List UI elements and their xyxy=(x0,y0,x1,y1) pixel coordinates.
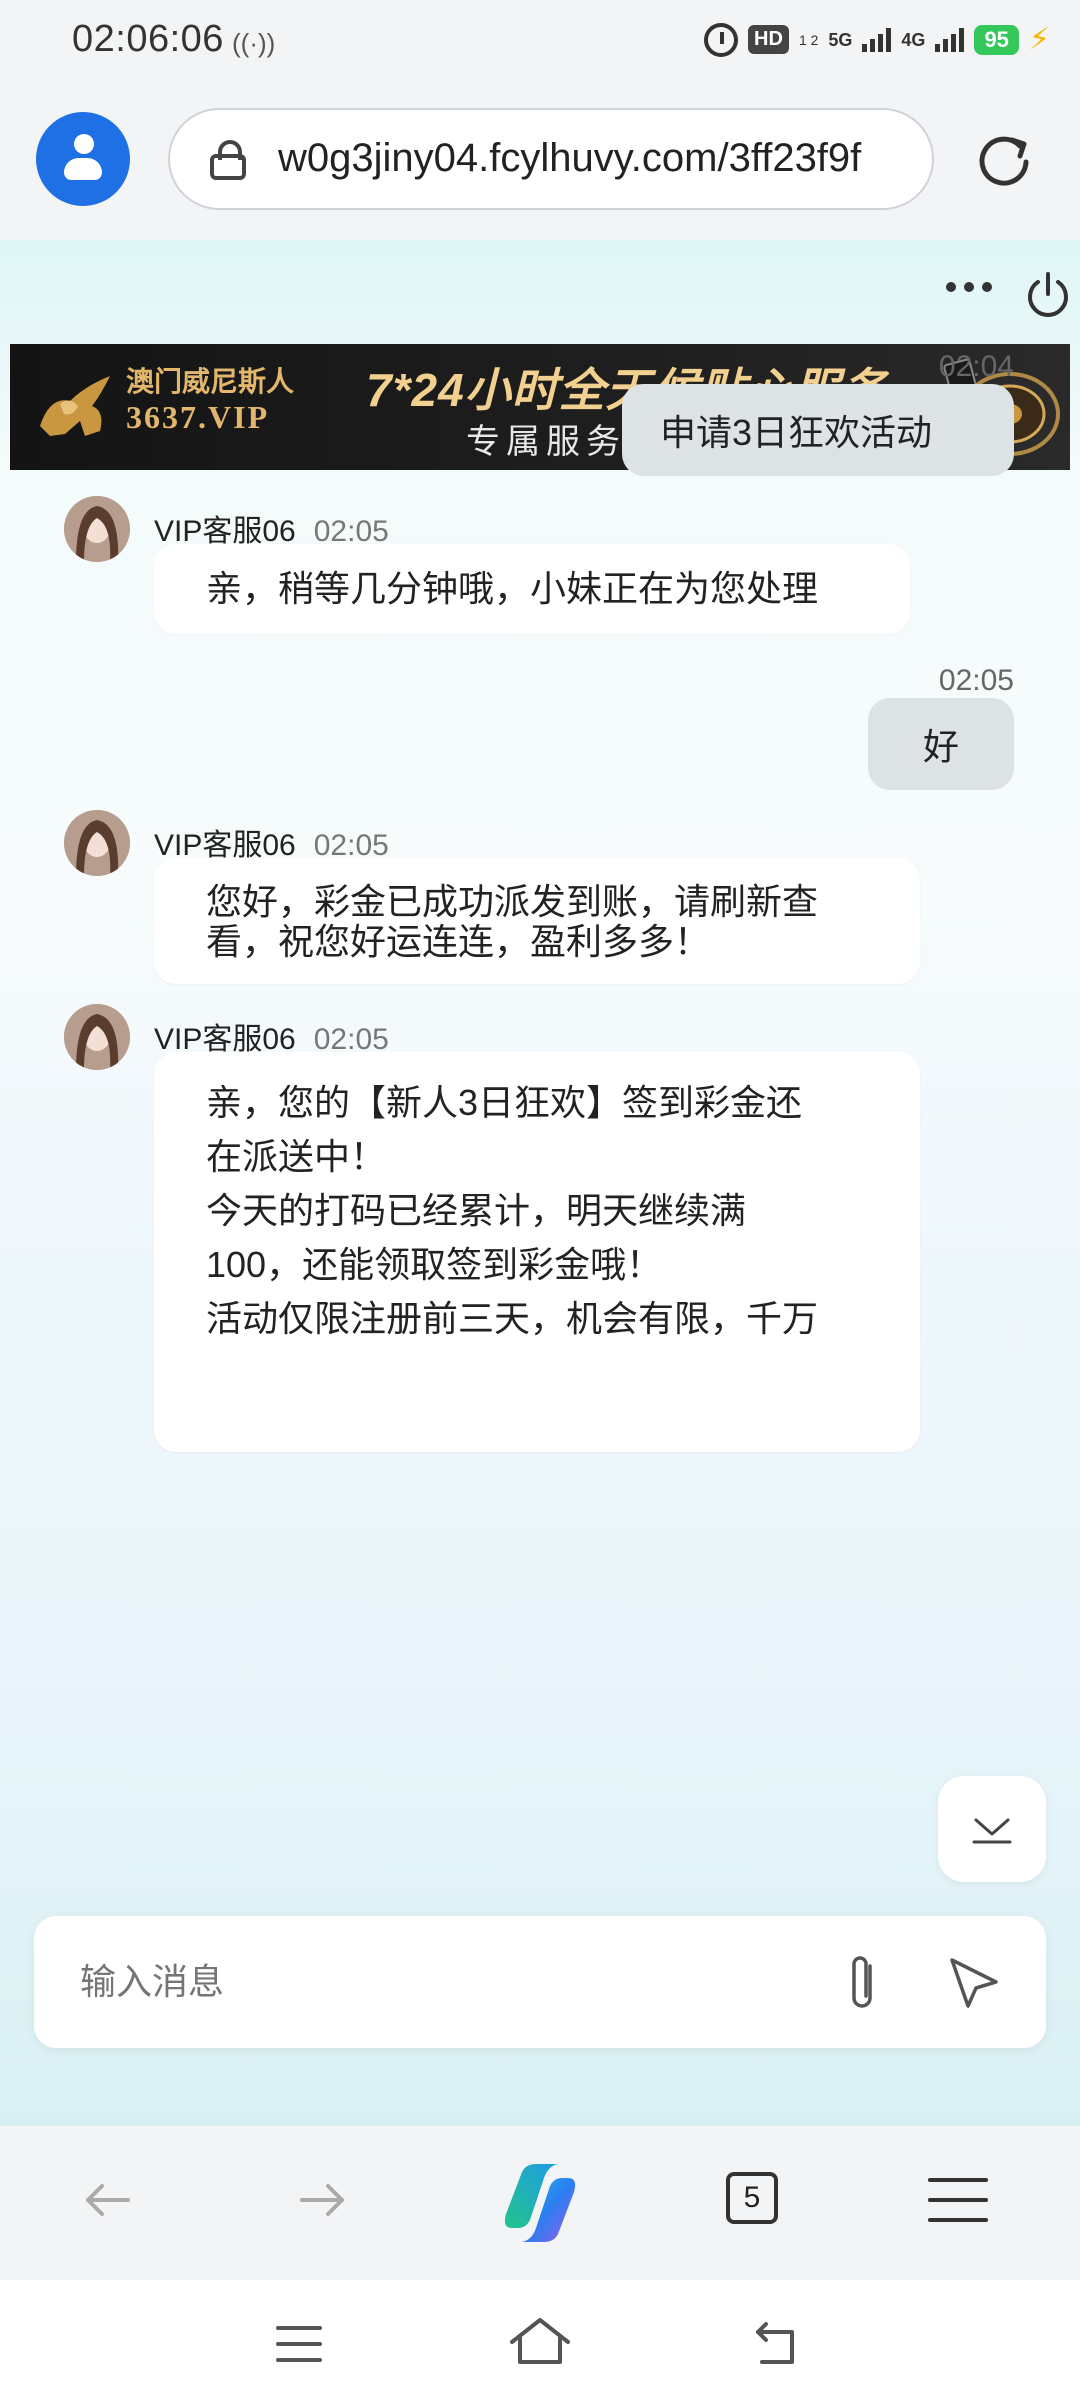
winged-lion-logo xyxy=(40,376,110,436)
address-bar[interactable]: w0g3jiny04.fcylhuvy.com/3ff23f9f xyxy=(168,108,934,210)
agent-avatar[interactable] xyxy=(64,496,130,562)
signal-bars-icon xyxy=(862,27,892,52)
user-icon-body xyxy=(64,158,102,180)
status-time: 02:06:06 xyxy=(72,18,224,60)
received-message-bubble[interactable]: 亲，稍等几分钟哦，小妹正在为您处理 xyxy=(154,544,910,634)
charging-icon: ⚡ xyxy=(1028,23,1050,56)
status-icons: HD 1 2 5G 4G 95 ⚡ xyxy=(704,22,1050,57)
back-icon[interactable] xyxy=(752,2318,806,2368)
message-text-line: 您好，彩金已成功派发到账，请刷新查 xyxy=(206,881,819,922)
agent-avatar[interactable] xyxy=(64,810,130,876)
user-icon xyxy=(74,134,94,154)
sent-message-bubble[interactable]: 好 xyxy=(868,698,1014,790)
browser-bottom-bar: 5 xyxy=(0,2126,1080,2280)
status-bar: 02:06:06 ((·)) HD 1 2 5G 4G 95 ⚡ xyxy=(0,0,1080,90)
agent-avatar[interactable] xyxy=(64,1004,130,1070)
sent-message-bubble[interactable]: 申请3日狂欢活动 xyxy=(622,384,1014,476)
message-input[interactable] xyxy=(64,1946,822,2018)
hotspot-icon: ((·)) xyxy=(232,28,276,58)
message-text-line: 看，祝您好运连连，盈利多多！ xyxy=(206,921,711,962)
battery-indicator: 95 xyxy=(974,24,1019,55)
chevron-down-icon xyxy=(972,1818,1012,1844)
network-4g-label: 4G xyxy=(901,29,926,50)
message-text-line: 在派送中！ xyxy=(206,1136,387,1177)
message-text: 亲，稍等几分钟哦，小妹正在为您处理 xyxy=(206,568,819,609)
home-icon[interactable] xyxy=(508,2316,572,2368)
agent-photo xyxy=(64,496,130,562)
tab-count: 5 xyxy=(743,2181,761,2214)
message-text-line: 活动仅限注册前三天，机会有限，千万 xyxy=(206,1298,819,1339)
message-text: 好 xyxy=(922,726,959,767)
message-timestamp: 02:04 xyxy=(938,350,1014,383)
more-options-icon[interactable] xyxy=(946,282,996,296)
hd-voice-icon: HD xyxy=(748,25,789,54)
copilot-icon[interactable] xyxy=(492,2158,588,2248)
attachment-icon[interactable] xyxy=(840,1952,884,2014)
signal-bars-icon-2 xyxy=(935,27,965,52)
power-icon[interactable] xyxy=(1022,268,1074,320)
back-arrow-icon[interactable] xyxy=(80,2172,136,2228)
message-text: 申请3日狂欢活动 xyxy=(660,412,933,453)
message-text-line: 亲，您的【新人3日狂欢】签到彩金还 xyxy=(206,1082,803,1123)
chat-area[interactable]: 澳门威尼斯人 3637.VIP 7*24小时全天候贴心服务 专属服务 · 尊享体… xyxy=(0,240,1080,2126)
chat-toolbar xyxy=(780,240,1080,340)
received-message-bubble[interactable]: 亲，您的【新人3日狂欢】签到彩金还 在派送中！ 今天的打码已经累计，明天继续满 … xyxy=(154,1052,920,1452)
agent-photo xyxy=(64,1004,130,1070)
alarm-icon xyxy=(704,22,739,57)
forward-arrow-icon[interactable] xyxy=(294,2172,350,2228)
menu-icon[interactable] xyxy=(928,2172,988,2228)
lock-icon xyxy=(210,140,246,180)
message-timestamp: 02:05 xyxy=(938,664,1014,697)
banner-brand-name: 澳门威尼斯人 xyxy=(126,367,295,398)
message-text-line: 今天的打码已经累计，明天继续满 xyxy=(206,1190,747,1231)
send-icon[interactable] xyxy=(946,1952,1002,2012)
url-text: w0g3jiny04.fcylhuvy.com/3ff23f9f xyxy=(278,136,862,180)
system-navigation-bar xyxy=(0,2280,1080,2408)
banner-brand-domain: 3637.VIP xyxy=(126,399,270,435)
reload-icon[interactable] xyxy=(976,132,1032,188)
recent-apps-icon[interactable] xyxy=(274,2322,324,2366)
tab-count-button[interactable]: 5 xyxy=(726,2172,778,2224)
agent-photo xyxy=(64,810,130,876)
banner-brand: 澳门威尼斯人 3637.VIP xyxy=(126,366,294,434)
browser-toolbar: w0g3jiny04.fcylhuvy.com/3ff23f9f xyxy=(0,90,1080,240)
message-text-line: 100，还能领取签到彩金哦！ xyxy=(206,1244,663,1285)
received-message-bubble[interactable]: 您好，彩金已成功派发到账，请刷新查 看，祝您好运连连，盈利多多！ xyxy=(154,858,920,984)
scroll-to-bottom-button[interactable] xyxy=(938,1776,1046,1882)
profile-avatar-button[interactable] xyxy=(36,112,130,206)
sim-indicator: 1 2 xyxy=(798,31,819,48)
message-input-bar xyxy=(34,1916,1046,2048)
network-5g-label: 5G xyxy=(828,29,853,50)
